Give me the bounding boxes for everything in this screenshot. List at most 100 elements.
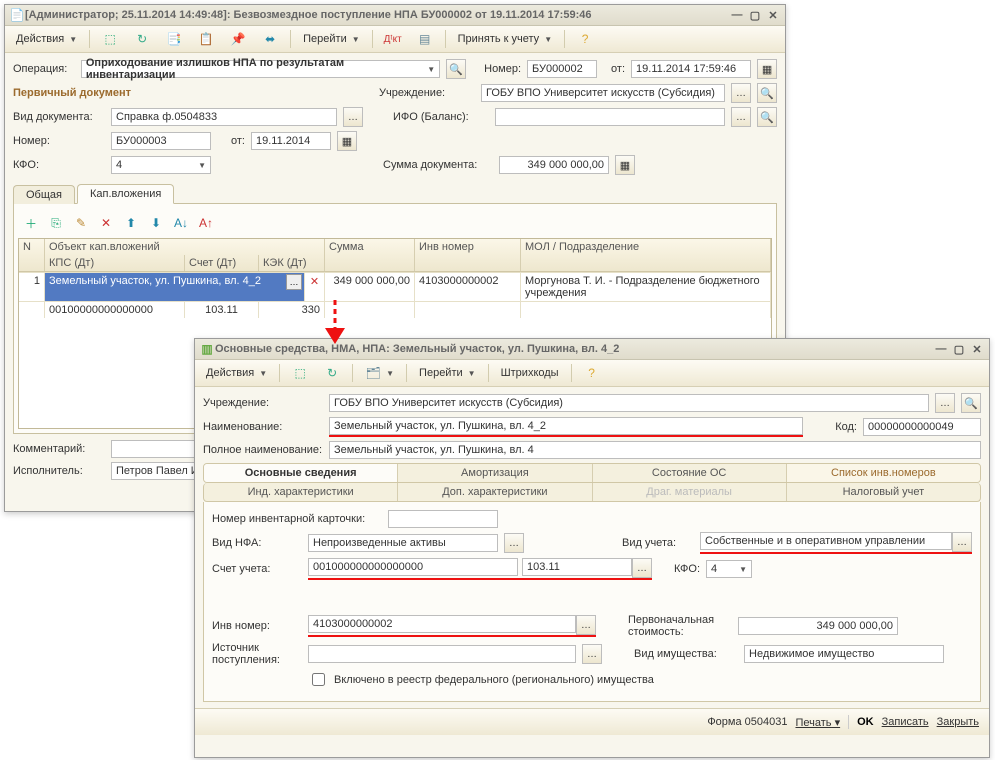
tab-main[interactable]: Основные сведения [204, 464, 398, 482]
tool-icon-3[interactable]: 📑 [159, 28, 189, 50]
dots-button[interactable]: … [632, 558, 652, 578]
calc-icon[interactable]: ▦ [615, 155, 635, 175]
search-icon[interactable]: 🔍 [757, 83, 777, 103]
help-button[interactable]: ? [577, 362, 607, 384]
chevron-down-icon: ▼ [544, 35, 552, 44]
sort-desc-icon[interactable]: A↑ [195, 212, 217, 234]
accept-button[interactable]: Принять к учету ▼ [451, 28, 559, 50]
close-button[interactable]: ✕ [969, 342, 985, 356]
tab-tax[interactable]: Налоговый учет [787, 483, 980, 501]
tool-sheet[interactable]: ▤ [410, 28, 440, 50]
tab-general[interactable]: Общая [13, 185, 75, 204]
ifo-label: ИФО (Баланс): [393, 111, 489, 123]
dots-button[interactable]: … [952, 532, 972, 552]
source-input[interactable] [308, 645, 576, 663]
fullname-label: Полное наименование: [203, 444, 323, 456]
close-button[interactable]: ✕ [765, 8, 781, 22]
search-icon[interactable]: 🔍 [961, 393, 981, 413]
org2-input[interactable] [329, 394, 929, 412]
tool-icon-1[interactable]: ⬚ [95, 28, 125, 50]
operation-value: Оприходование излишков НПА по результата… [86, 57, 424, 81]
sort-asc-icon[interactable]: A↓ [170, 212, 192, 234]
dots-button[interactable]: … [731, 83, 751, 103]
inv-label: Инв номер: [212, 620, 302, 632]
cell-obj[interactable]: Земельный участок, ул. Пушкина, вл. 4_2 … [45, 272, 305, 301]
clear-cell-icon[interactable]: ✕ [305, 272, 325, 301]
barcodes-button[interactable]: Штрихкоды [494, 362, 566, 384]
tool-dk[interactable]: Дᵗкт [378, 28, 408, 50]
initcost-input[interactable] [738, 617, 898, 635]
calendar-icon[interactable]: ▦ [337, 131, 357, 151]
dots-button[interactable]: … [576, 615, 596, 635]
cell-kps: 00100000000000000 [45, 301, 185, 318]
operation-combo[interactable]: Оприходование излишков НПА по результата… [81, 60, 440, 78]
goto-menu[interactable]: Перейти ▼ [412, 362, 483, 384]
move-down-icon[interactable]: ⬇ [145, 212, 167, 234]
nfa-input[interactable] [308, 534, 498, 552]
tab-dop[interactable]: Доп. характеристики [398, 483, 592, 501]
cell-sum: 349 000 000,00 [325, 272, 415, 301]
tab-invlist[interactable]: Список инв.номеров [787, 464, 980, 482]
name-input[interactable] [329, 417, 803, 435]
tool-icon-4[interactable]: 📋 [191, 28, 221, 50]
org-input[interactable] [481, 84, 725, 102]
add-icon[interactable]: ＋ [20, 212, 42, 234]
help-button[interactable]: ? [570, 28, 600, 50]
accttype-input[interactable] [700, 532, 952, 550]
date2-input[interactable] [251, 132, 331, 150]
tab-ind[interactable]: Инд. характеристики [204, 483, 398, 501]
fullname-input[interactable] [329, 441, 981, 459]
search-icon[interactable]: 🔍 [446, 59, 466, 79]
cell-n: 1 [19, 272, 45, 301]
tab-amort[interactable]: Амортизация [398, 464, 592, 482]
tool-icon-2[interactable]: ↻ [127, 28, 157, 50]
date-input[interactable] [631, 60, 751, 78]
save-button[interactable]: Записать [882, 716, 929, 728]
kfo2-value: 4 [711, 563, 717, 575]
dots-button[interactable]: … [286, 274, 302, 290]
edit-icon[interactable]: ✎ [70, 212, 92, 234]
dots-button[interactable]: … [731, 107, 751, 127]
tool-c[interactable]: 🗂▼ [358, 362, 401, 384]
doctype-input[interactable] [111, 108, 337, 126]
kfo-combo[interactable]: 4 ▼ [111, 156, 211, 174]
dots-button[interactable]: … [343, 107, 363, 127]
code-input[interactable] [863, 418, 981, 436]
invcard-input[interactable] [388, 510, 498, 528]
number2-input[interactable] [111, 132, 211, 150]
goto-menu[interactable]: Перейти ▼ [296, 28, 367, 50]
cell-kek: 330 [259, 301, 325, 318]
minimize-button[interactable]: — [729, 8, 745, 22]
registry-checkbox[interactable] [312, 673, 325, 686]
dots-button[interactable]: … [504, 533, 524, 553]
actions-menu[interactable]: Действия ▼ [199, 362, 274, 384]
kfo2-combo[interactable]: 4 ▼ [706, 560, 752, 578]
delete-icon[interactable]: ✕ [95, 212, 117, 234]
tab-capital[interactable]: Кап.вложения [77, 184, 174, 204]
inv-input[interactable] [308, 615, 576, 633]
acct-num-input[interactable] [522, 558, 632, 576]
print-button[interactable]: Печать ▾ [795, 716, 840, 729]
calendar-icon[interactable]: ▦ [757, 59, 777, 79]
search-icon[interactable]: 🔍 [757, 107, 777, 127]
ifo-input[interactable] [495, 108, 725, 126]
maximize-button[interactable]: ▢ [951, 342, 967, 356]
tab-state[interactable]: Состояние ОС [593, 464, 787, 482]
dots-button[interactable]: … [582, 644, 602, 664]
minimize-button[interactable]: — [933, 342, 949, 356]
proptype-input[interactable] [744, 645, 944, 663]
tool-icon-5[interactable]: 📌 [223, 28, 253, 50]
copy-icon[interactable]: ⎘ [45, 212, 67, 234]
number-input[interactable] [527, 60, 597, 78]
tool-a[interactable]: ⬚ [285, 362, 315, 384]
dots-button[interactable]: … [935, 393, 955, 413]
acct-kps-input[interactable] [308, 558, 518, 576]
tool-icon-6[interactable]: ⬌ [255, 28, 285, 50]
actions-menu[interactable]: Действия ▼ [9, 28, 84, 50]
tool-b[interactable]: ↻ [317, 362, 347, 384]
maximize-button[interactable]: ▢ [747, 8, 763, 22]
cell-obj-text: Земельный участок, ул. Пушкина, вл. 4_2 [49, 275, 261, 287]
close-button[interactable]: Закрыть [937, 716, 979, 728]
ok-button[interactable]: OK [857, 716, 874, 728]
move-up-icon[interactable]: ⬆ [120, 212, 142, 234]
